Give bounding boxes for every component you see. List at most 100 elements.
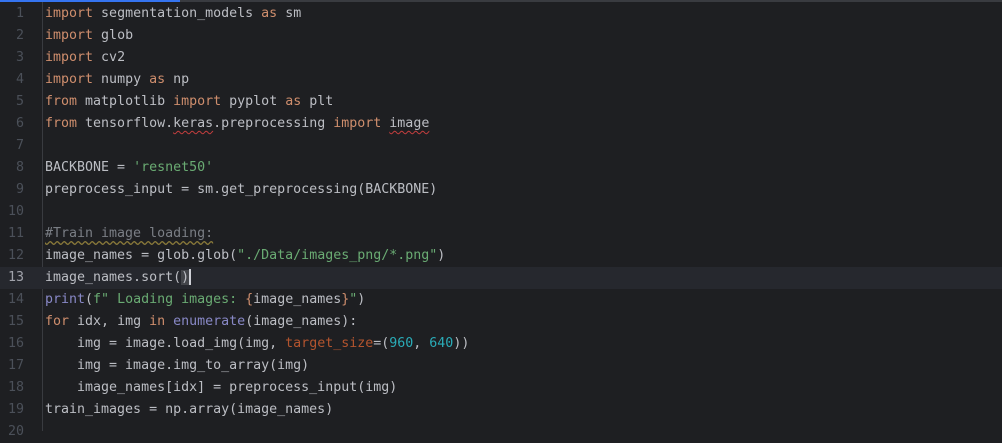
code-text: numpy	[93, 72, 150, 87]
line-number[interactable]: 5	[0, 91, 24, 113]
named-param: target_size	[285, 336, 374, 351]
line-code: image_names.sort()	[45, 267, 192, 289]
line-code: BACKBONE = 'resnet50'	[45, 157, 213, 179]
code-text: image_names	[253, 292, 342, 307]
line-code: img = image.img_to_array(img)	[45, 355, 309, 377]
code-line[interactable]: 9 preprocess_input = sm.get_preprocessing…	[0, 179, 1002, 201]
line-number[interactable]: 11	[0, 223, 24, 245]
code-line[interactable]: 11 #Train image loading:	[0, 223, 1002, 245]
builtin: enumerate	[173, 314, 246, 329]
code-line[interactable]: 5 from matplotlib import pyplot as plt	[0, 91, 1002, 113]
keyword: import	[333, 116, 382, 131]
line-code: img = image.load_img(img, target_size=(9…	[45, 333, 469, 355]
code-line[interactable]: 17 img = image.img_to_array(img)	[0, 355, 1002, 377]
line-code: preprocess_input = sm.get_preprocessing(…	[45, 179, 437, 201]
code-text: glob	[93, 28, 134, 43]
code-text: image_names = glob.glob(	[45, 248, 238, 263]
line-number[interactable]: 3	[0, 47, 24, 69]
code-line[interactable]: 14 print(f" Loading images: {image_names}…	[0, 289, 1002, 311]
code-line[interactable]: 15 for idx, img in enumerate(image_names)…	[0, 311, 1002, 333]
code-line[interactable]: 13 image_names.sort()	[0, 267, 1002, 289]
code-editor[interactable]: 1 import segmentation_models as sm 2 import…	[0, 3, 1002, 443]
string-literal: 'resnet50'	[133, 160, 214, 175]
code-line[interactable]: 16 img = image.load_img(img, target_size…	[0, 333, 1002, 355]
keyword: as	[261, 6, 278, 21]
line-number[interactable]: 1	[0, 3, 24, 25]
code-line[interactable]: 1 import segmentation_models as sm	[0, 3, 1002, 25]
line-number[interactable]: 15	[0, 311, 24, 333]
code-line[interactable]: 12 image_names = glob.glob("./Data/images…	[0, 245, 1002, 267]
code-line[interactable]: 18 image_names[idx] = preprocess_input(i…	[0, 377, 1002, 399]
line-number[interactable]: 14	[0, 289, 24, 311]
code-text: tensorflow.	[77, 116, 174, 131]
line-number[interactable]: 20	[0, 421, 24, 443]
code-text: plt	[301, 94, 334, 109]
code-line[interactable]: 20	[0, 421, 1002, 443]
code-text: (image_names):	[245, 314, 358, 329]
keyword: for	[45, 314, 70, 329]
line-number[interactable]: 17	[0, 355, 24, 377]
text-caret	[189, 269, 192, 285]
line-code: #Train image loading:	[45, 223, 213, 245]
line-code: print(f" Loading images: {image_names}")	[45, 289, 365, 311]
keyword: from	[45, 116, 78, 131]
line-number[interactable]: 13	[0, 267, 24, 289]
code-line[interactable]: 4 import numpy as np	[0, 69, 1002, 91]
line-number[interactable]: 9	[0, 179, 24, 201]
code-text: preprocess_input = sm.get_preprocessing(…	[45, 182, 438, 197]
typo-word: image	[389, 116, 430, 131]
line-number[interactable]: 4	[0, 69, 24, 91]
line-number[interactable]: 8	[0, 157, 24, 179]
code-text: img = image.img_to_array(img)	[45, 358, 310, 373]
line-code: import segmentation_models as sm	[45, 3, 301, 25]
code-text: cv2	[93, 50, 126, 65]
code-line[interactable]: 7	[0, 135, 1002, 157]
string-literal: f" Loading images:	[93, 292, 246, 307]
keyword: as	[285, 94, 302, 109]
keyword: in	[149, 314, 166, 329]
comment: #Train image loading:	[45, 226, 214, 241]
code-text: )	[357, 292, 366, 307]
keyword: from	[45, 94, 78, 109]
code-text: idx, img	[69, 314, 150, 329]
keyword: import	[45, 72, 94, 87]
code-text: train_images = np.array(image_names)	[45, 402, 334, 417]
code-text: img = image.load_img(img,	[45, 336, 286, 351]
code-line[interactable]: 10	[0, 201, 1002, 223]
code-text: segmentation_models	[93, 6, 262, 21]
code-text: =(	[373, 336, 390, 351]
line-number[interactable]: 2	[0, 25, 24, 47]
editor-tab-strip	[0, 0, 1002, 2]
code-line[interactable]: 6 from tensorflow.keras.preprocessing imp…	[0, 113, 1002, 135]
code-text: image_names[idx] = preprocess_input(img)	[45, 380, 398, 395]
code-line[interactable]: 19 train_images = np.array(image_names)	[0, 399, 1002, 421]
line-number[interactable]: 10	[0, 201, 24, 223]
code-line[interactable]: 2 import glob	[0, 25, 1002, 47]
line-number[interactable]: 19	[0, 399, 24, 421]
line-number[interactable]: 6	[0, 113, 24, 135]
code-text: (	[85, 292, 94, 307]
matched-brace: )	[181, 270, 190, 285]
line-number[interactable]: 7	[0, 135, 24, 157]
code-text: np	[165, 72, 190, 87]
line-number[interactable]: 18	[0, 377, 24, 399]
line-number[interactable]: 16	[0, 333, 24, 355]
code-text: .preprocessing	[213, 116, 334, 131]
line-code: train_images = np.array(image_names)	[45, 399, 333, 421]
number-literal: 640	[429, 336, 454, 351]
code-text: pyplot	[221, 94, 286, 109]
line-number[interactable]: 12	[0, 245, 24, 267]
code-text: image_names.sort(	[45, 270, 182, 285]
code-text: BACKBONE =	[45, 160, 134, 175]
line-code: import glob	[45, 25, 133, 47]
code-text: ,	[413, 336, 430, 351]
code-line[interactable]: 3 import cv2	[0, 47, 1002, 69]
code-text: )	[437, 248, 446, 263]
line-code: image_names[idx] = preprocess_input(img)	[45, 377, 397, 399]
line-code: from tensorflow.keras.preprocessing impo…	[45, 113, 429, 135]
code-line[interactable]: 8 BACKBONE = 'resnet50'	[0, 157, 1002, 179]
keyword: {	[245, 292, 254, 307]
active-tab-indicator[interactable]	[0, 0, 180, 2]
builtin: print	[45, 292, 86, 307]
